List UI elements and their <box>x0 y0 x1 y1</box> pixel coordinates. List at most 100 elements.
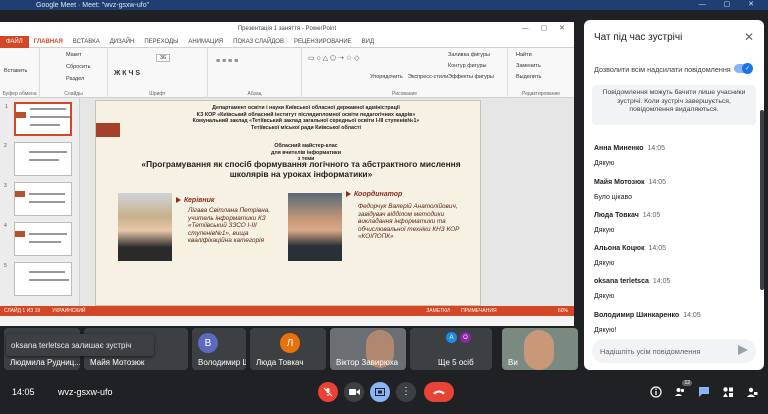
chat-message: Люда Товкач 14:05 Дякую <box>594 204 754 234</box>
participant-name: Майя Мотозюк <box>90 358 145 367</box>
quick-styles-button[interactable]: Экспресс-стили <box>408 74 448 80</box>
chat-message-input[interactable]: Надішліть усім повідомлення <box>592 339 756 363</box>
info-icon <box>650 386 662 398</box>
paste-button[interactable]: Вставить <box>4 68 27 74</box>
replace-button[interactable]: Заменить <box>516 63 541 69</box>
mic-off-icon <box>323 387 333 397</box>
shape-fill-button[interactable]: Заливка фигуры <box>448 52 490 58</box>
comments-button[interactable]: ПРИМЕЧАНИЯ <box>461 308 497 314</box>
slide-thumbnail[interactable]: 3 <box>4 182 72 216</box>
chat-title: Чат під час зустрічі <box>594 32 683 43</box>
chat-icon <box>699 387 709 397</box>
participant-tile[interactable]: Л Люда Товкач <box>250 328 326 370</box>
activities-button[interactable] <box>720 384 736 400</box>
layout-button[interactable]: Макет <box>66 52 82 58</box>
ppt-tab-insert[interactable]: ВСТАВКА <box>68 39 105 45</box>
message-time: 14:05 <box>652 278 671 285</box>
reset-button[interactable]: Сбросить <box>66 64 90 70</box>
mic-toggle-button[interactable] <box>318 382 338 402</box>
ribbon-group-editing: Найти Заменить Выделить Редактирование <box>508 48 574 98</box>
browser-tab-title[interactable]: Google Meet · Meet: "wvz-gsxw-ufo" <box>36 2 149 9</box>
shapes-gallery[interactable]: ▭ ○ △ ⬠ ➝ ☆ ◇ <box>308 54 360 62</box>
ribbon-group-font: 36 Ж К Ч S Шрифт <box>108 48 208 98</box>
arrow-icon <box>176 197 181 204</box>
group-label-clipboard: Буфер обмена <box>2 91 37 97</box>
bold-button[interactable]: Ж К Ч S <box>114 70 140 77</box>
chat-message: Володимир Шинкаренко 14:05 Дякую! <box>594 304 754 334</box>
arrow-icon <box>346 191 351 198</box>
ppt-tab-review[interactable]: РЕЦЕНЗИРОВАНИЕ <box>289 39 357 45</box>
language-indicator: УКРАИНСКИЙ <box>52 308 86 314</box>
participant-name: Ви <box>508 358 518 367</box>
ppt-tab-animation[interactable]: АНИМАЦИЯ <box>183 39 228 45</box>
message-sender: Анна Миненко <box>594 145 644 152</box>
font-size-select[interactable]: 36 <box>156 54 171 62</box>
message-time: 14:05 <box>683 312 701 319</box>
ppt-tab-file[interactable]: ФАЙЛ <box>0 35 29 48</box>
chat-message: Анна Миненко 14:05 Дякую <box>594 137 754 167</box>
present-button[interactable] <box>370 382 390 402</box>
participant-tile[interactable]: Віктор Завирюха <box>330 328 406 370</box>
ppt-tab-view[interactable]: ВИД <box>357 39 379 45</box>
group-label-font: Шрифт <box>149 91 166 97</box>
host-controls-button[interactable] <box>744 384 760 400</box>
find-button[interactable]: Найти <box>516 52 532 58</box>
slide-thumbnails: 1 2 3 4 5 <box>0 98 80 316</box>
slide-theme: «Програмування як спосіб формування логі… <box>141 159 461 179</box>
slide-thumbnail[interactable]: 1 <box>5 102 72 136</box>
group-label-paragraph: Абзац <box>247 91 262 97</box>
chat-button[interactable] <box>696 384 712 400</box>
slide-counter: СЛАЙД 1 ИЗ 19 <box>4 308 41 314</box>
arrange-button[interactable]: Упорядочить <box>370 74 403 80</box>
message-text: Дякую <box>594 160 615 167</box>
check-icon: ✓ <box>742 63 753 74</box>
message-text: Дякую <box>594 293 615 300</box>
section-button[interactable]: Раздел <box>66 76 84 82</box>
leader-text: Лігава Світлана Петрівна, учитель інформ… <box>188 207 271 245</box>
align-buttons[interactable]: ≡ ≡ ≡ ≡ <box>216 58 238 65</box>
self-tile[interactable]: Ви <box>502 328 578 370</box>
ppt-window-title: Презентація 1 заняття - PowerPoint <box>237 26 337 32</box>
notes-button[interactable]: ЗАМЕТКИ <box>426 308 449 314</box>
more-participants-tile[interactable]: A O Ще 5 осіб <box>410 328 492 370</box>
leader-role: Керівник <box>176 197 214 204</box>
message-sender: Володимир Шинкаренко <box>594 312 680 319</box>
slide-thumbnail[interactable]: 5 <box>4 262 72 296</box>
ribbon-group-slides: Макет Сбросить Раздел Слайды <box>40 48 108 98</box>
ppt-tab-transitions[interactable]: ПЕРЕХОДЫ <box>139 39 183 45</box>
shape-effects-button[interactable]: Эффекты фигуры <box>448 74 494 80</box>
meeting-details-button[interactable] <box>648 384 664 400</box>
send-icon[interactable] <box>738 345 748 355</box>
message-text: Дякую! <box>594 327 617 334</box>
end-call-button[interactable] <box>424 382 454 402</box>
slide-thumbnail[interactable]: 4 <box>4 222 72 256</box>
avatar: A <box>446 332 457 343</box>
ppt-window-controls: — ▢ ✕ <box>521 25 570 32</box>
slide-thumbnail[interactable]: 2 <box>4 142 72 176</box>
window-controls[interactable]: — ▢ ✕ <box>699 0 762 8</box>
zoom-level[interactable]: 60% <box>558 308 568 314</box>
meeting-code: wvz-gsxw-ufo <box>58 387 113 397</box>
shared-screen: Презентація 1 заняття - PowerPoint — ▢ ✕… <box>0 22 574 326</box>
allow-messages-toggle[interactable]: ✓ <box>734 63 753 74</box>
people-button[interactable]: 12 <box>672 380 692 400</box>
select-button[interactable]: Выделить <box>516 74 541 80</box>
chat-panel: Чат під час зустрічі ✕ Дозволити всім на… <box>584 20 764 370</box>
chat-message: Майя Мотозюк 14:05 Було цікаво <box>594 171 754 201</box>
group-label-editing: Редактирование <box>521 91 561 97</box>
participant-tile[interactable]: В Володимир Шинк... <box>192 328 246 370</box>
slide-header-line: Тетіївської міської ради Київської облас… <box>251 124 361 131</box>
ppt-tab-home[interactable]: ГЛАВНАЯ <box>29 39 68 45</box>
clock: 14:05 <box>12 387 35 397</box>
ppt-tab-design[interactable]: ДИЗАЙН <box>105 39 140 45</box>
group-label-drawing: Рисование <box>391 91 418 97</box>
current-slide[interactable]: Департамент освіти і науки Київської обл… <box>95 100 481 306</box>
camera-toggle-button[interactable] <box>344 382 364 402</box>
ppt-tab-slideshow[interactable]: ПОКАЗ СЛАЙДОВ <box>228 39 289 45</box>
ribbon-group-paragraph: ≡ ≡ ≡ ≡ Абзац <box>208 48 302 98</box>
close-icon[interactable]: ✕ <box>744 30 754 44</box>
ppt-statusbar: СЛАЙД 1 ИЗ 19 УКРАИНСКИЙ ЗАМЕТКИ ПРИМЕЧА… <box>0 306 574 316</box>
chat-scrollbar[interactable] <box>760 110 764 290</box>
shape-outline-button[interactable]: Контур фигуры <box>448 63 486 69</box>
more-options-button[interactable]: ⋮ <box>396 382 416 402</box>
